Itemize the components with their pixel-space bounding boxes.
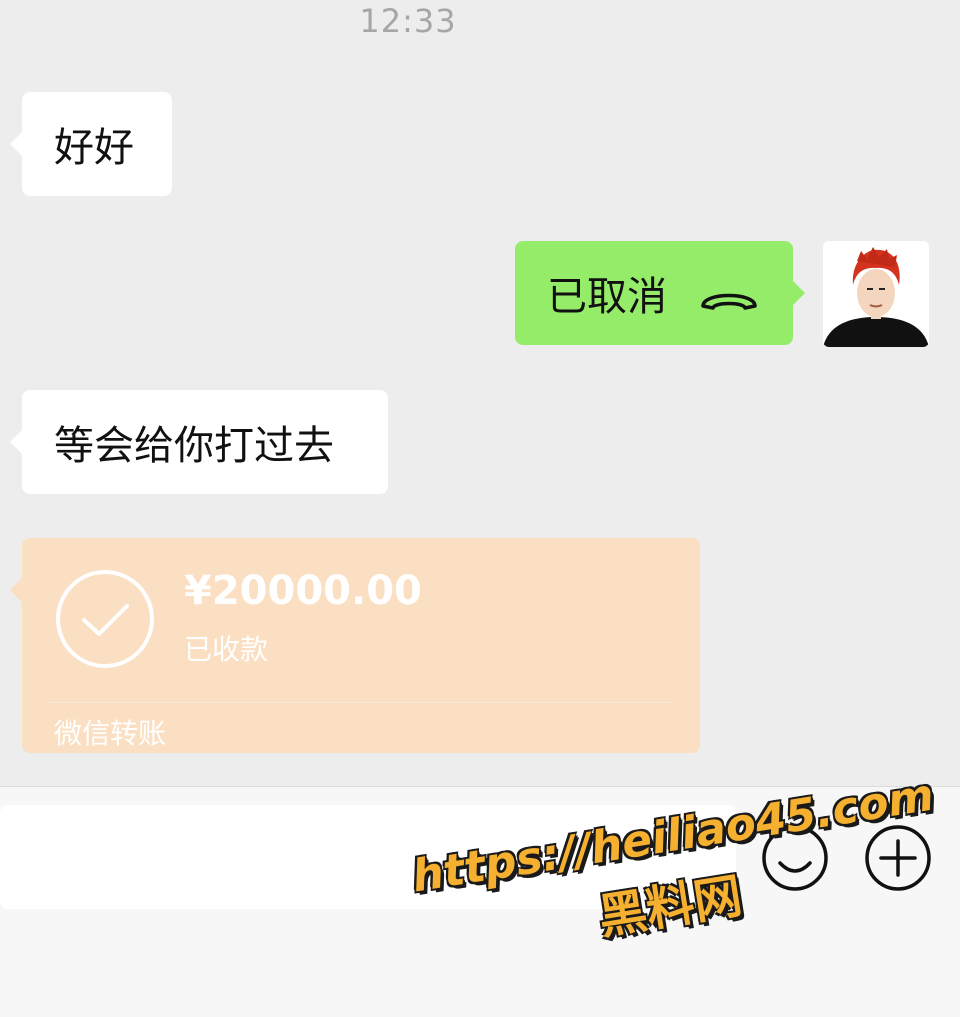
transfer-source-label: 微信转账 [54,717,167,750]
message-input[interactable] [0,805,736,909]
message-text: 好好 [54,125,134,171]
emoji-icon[interactable] [760,823,830,893]
transfer-status: 已收款 [184,633,269,666]
message-text: 已取消 [547,274,667,320]
received-message-bubble[interactable]: 好好 [10,92,172,196]
avatar[interactable] [823,241,929,347]
chat-area[interactable]: 12:33 好好 已取消 等会给你打过去 ¥20000.00 已收款 微信转账 [0,0,960,786]
check-circle-icon [56,570,154,668]
received-message-bubble[interactable]: 等会给你打过去 [10,390,388,494]
plus-icon[interactable] [863,823,933,893]
divider [50,702,670,703]
wechat-transfer-card[interactable]: ¥20000.00 已收款 微信转账 [10,538,700,753]
input-bar [0,786,960,1017]
message-timestamp: 12:33 [359,2,457,40]
transfer-amount: ¥20000.00 [184,568,422,614]
message-text: 等会给你打过去 [54,423,334,469]
sent-call-cancelled-bubble[interactable]: 已取消 [515,241,805,345]
phone-hangup-icon [699,278,759,310]
